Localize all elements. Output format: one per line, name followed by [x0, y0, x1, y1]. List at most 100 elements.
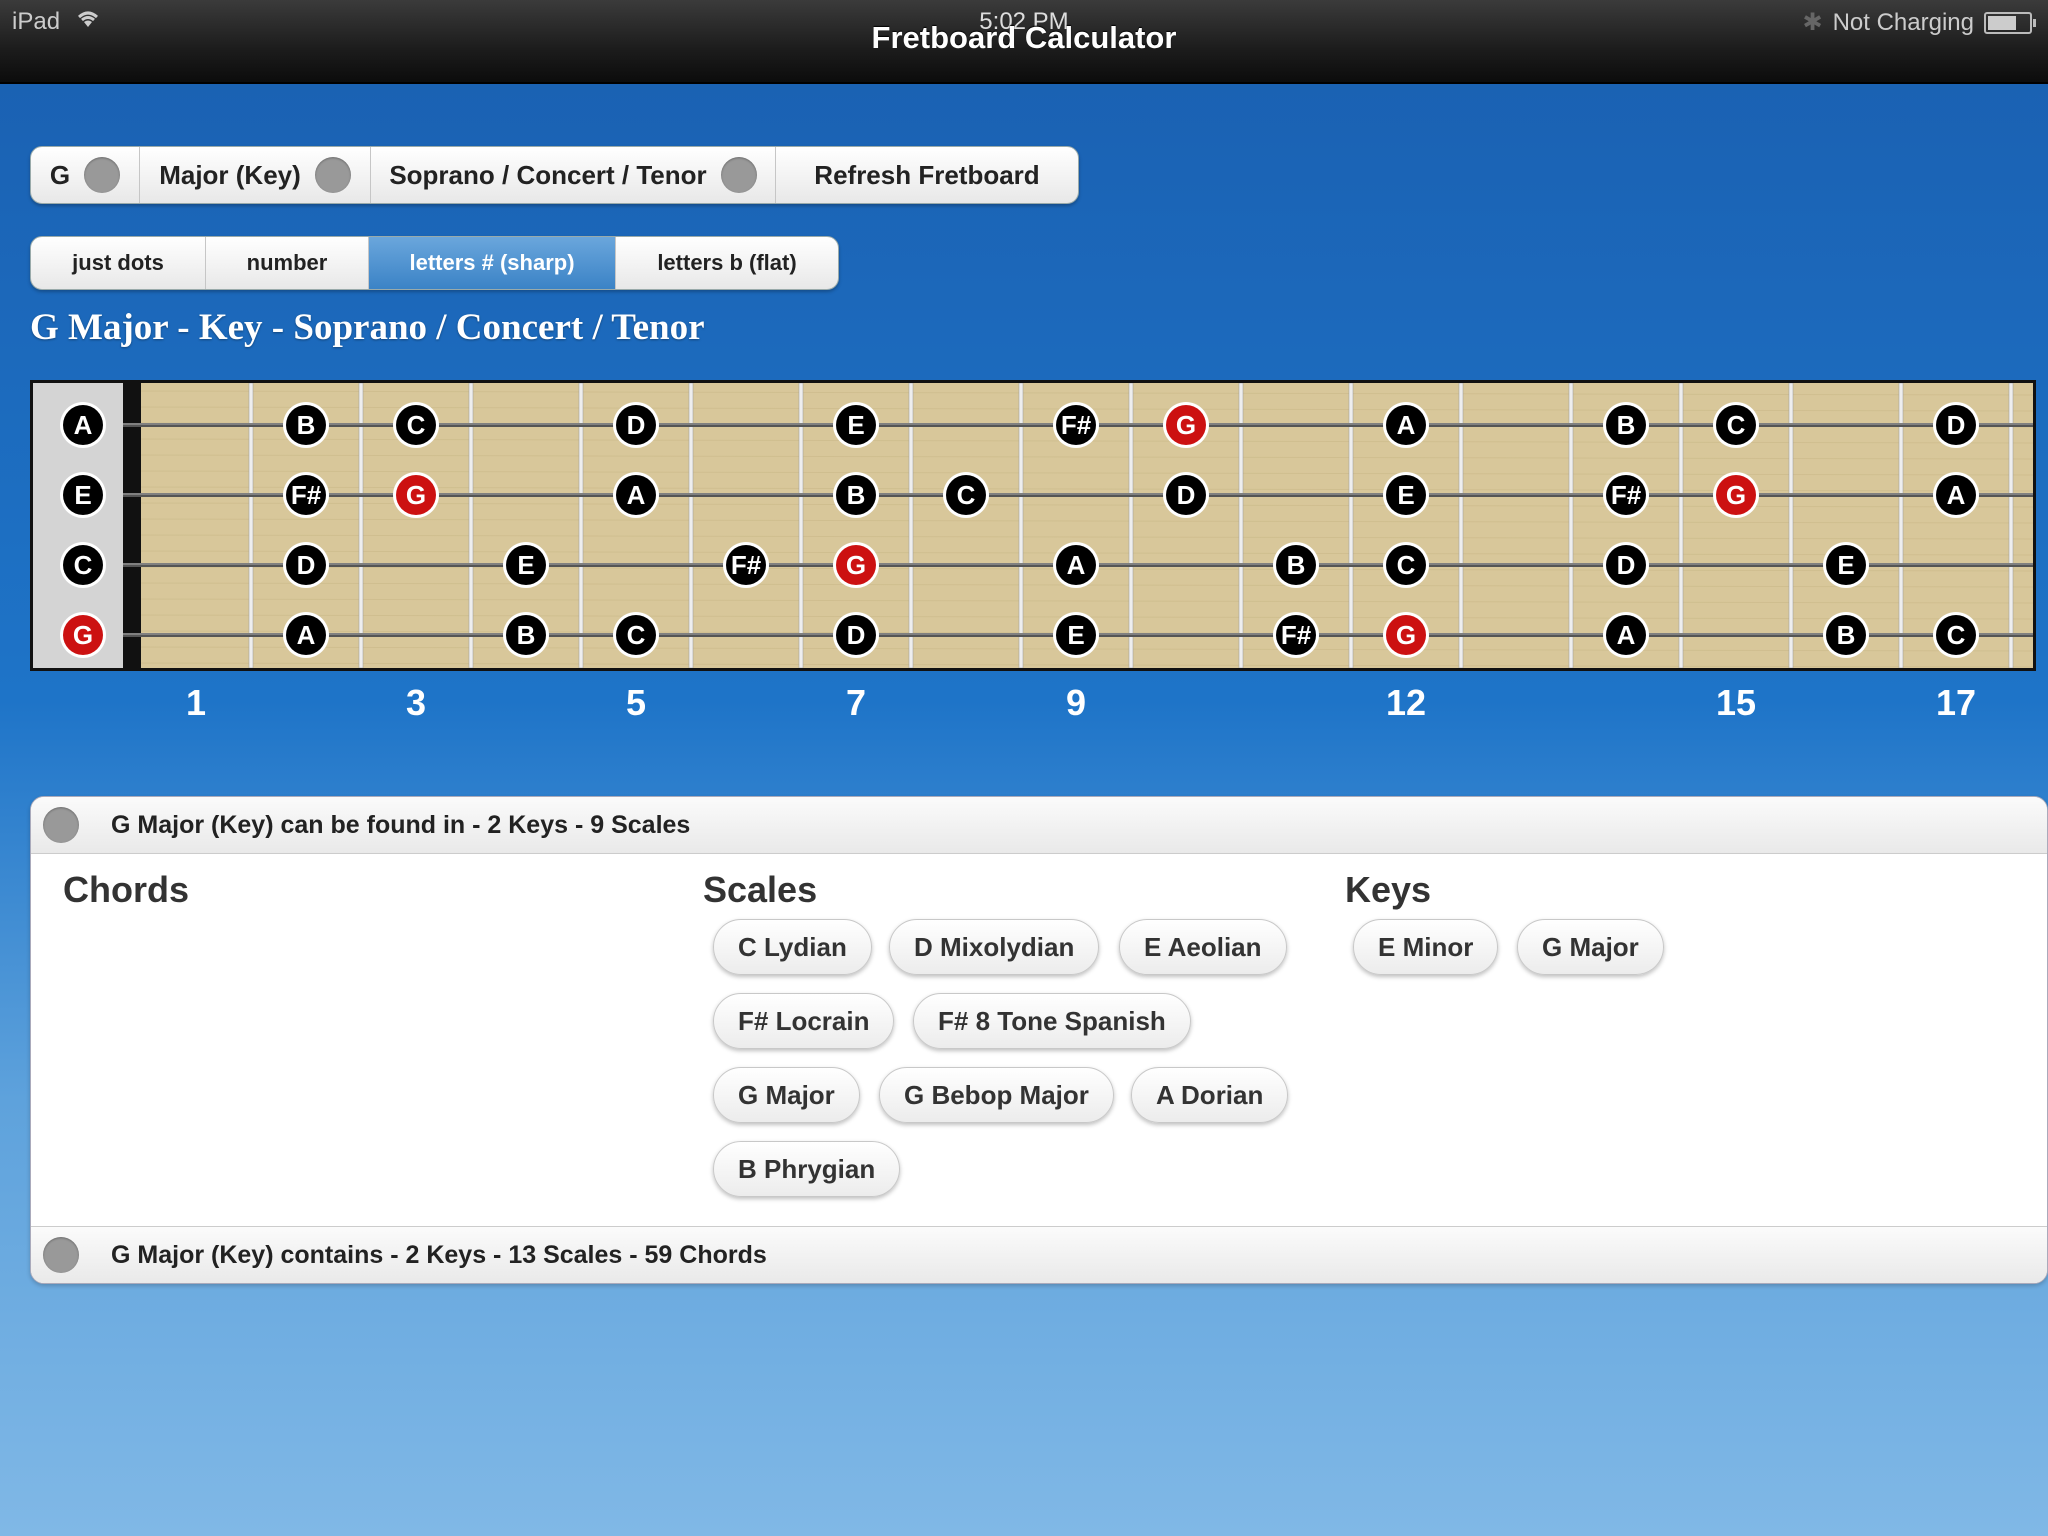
found-in-header[interactable]: G Major (Key) can be found in - 2 Keys -…	[31, 797, 2047, 854]
fret-number: 3	[405, 682, 427, 723]
type-selector-label: Major (Key)	[159, 159, 301, 190]
scale-pill[interactable]: G Bebop Major	[879, 1067, 1114, 1123]
fret-number: 15	[1715, 682, 1757, 723]
note-label: A	[627, 480, 646, 510]
note-label: F#	[291, 480, 322, 510]
note-label: E	[1067, 620, 1084, 650]
fret-number: 9	[1065, 682, 1087, 723]
dropdown-dot-icon	[720, 157, 757, 193]
scale-pill[interactable]: E Aeolian	[1119, 919, 1287, 975]
mode-label: number	[246, 250, 328, 275]
mode-just-dots[interactable]: just dots	[31, 237, 206, 289]
refresh-fretboard-button[interactable]: Refresh Fretboard	[776, 147, 1078, 203]
scale-pill[interactable]: C Lydian	[713, 919, 872, 975]
note-label: D	[1617, 550, 1636, 580]
mode-letters-flat[interactable]: letters b (flat)	[616, 237, 838, 289]
note-label: C	[627, 620, 646, 650]
note-label: B	[297, 410, 316, 440]
app-title: Fretboard Calculator	[871, 20, 1177, 55]
note-label: C	[1947, 620, 1966, 650]
fret-number: 5	[625, 682, 647, 723]
note-label: G	[1396, 620, 1416, 650]
note-label: C	[957, 480, 976, 510]
note-label: D	[627, 410, 646, 440]
scales-title: Scales	[703, 869, 818, 910]
note-label: B	[1617, 410, 1636, 440]
fretboard-title: G Major - Key - Soprano / Concert / Teno…	[30, 307, 705, 348]
note-label: A	[297, 620, 316, 650]
note-label: B	[517, 620, 536, 650]
note-label: D	[1177, 480, 1196, 510]
mode-label: letters # (sharp)	[409, 250, 575, 275]
refresh-label: Refresh Fretboard	[814, 159, 1040, 190]
key-selector-label: G	[49, 159, 71, 190]
contains-header[interactable]: G Major (Key) contains - 2 Keys - 13 Sca…	[31, 1226, 2047, 1283]
note-label: E	[1397, 480, 1414, 510]
fretboard: A E C G B C D E F# G A B C D F# G A B C D E F# G A D E F# G A B C D E A B C…	[30, 380, 2036, 671]
note-label: B	[1837, 620, 1856, 650]
note-label: F#	[1611, 480, 1642, 510]
note-label: E	[847, 410, 864, 440]
found-in-label: G Major (Key) can be found in - 2 Keys -…	[111, 810, 691, 839]
scale-pill[interactable]: F# Locrain	[713, 993, 895, 1049]
note-label: C	[1397, 550, 1416, 580]
scale-pill[interactable]: F# 8 Tone Spanish	[913, 993, 1191, 1049]
note-label: G	[1726, 480, 1746, 510]
mode-number[interactable]: number	[206, 237, 369, 289]
fret-number: 7	[845, 682, 867, 723]
display-mode-tabs: just dots number letters # (sharp) lette…	[30, 236, 839, 290]
dropdown-dot-icon	[314, 157, 351, 193]
note-label: B	[847, 480, 866, 510]
status-right: ✱ Not Charging	[1802, 8, 2036, 37]
note-label: G	[406, 480, 426, 510]
scale-pill[interactable]: D Mixolydian	[889, 919, 1100, 975]
fret-number: 1	[185, 682, 207, 723]
results-panel: G Major (Key) can be found in - 2 Keys -…	[30, 796, 2048, 1284]
expand-dot-icon	[43, 1237, 79, 1273]
status-bar: iPad 5:02 PM Fretboard Calculator ✱ Not …	[0, 0, 2048, 84]
note-label: G	[73, 620, 93, 650]
note-label: A	[1617, 620, 1636, 650]
selector-group: G Major (Key) Soprano / Concert / Tenor …	[30, 146, 1079, 204]
bluetooth-icon: ✱	[1802, 9, 1823, 36]
scale-pill[interactable]: B Phrygian	[713, 1141, 901, 1197]
note-label: A	[1067, 550, 1086, 580]
note-label: D	[1947, 410, 1966, 440]
note-label: G	[1176, 410, 1196, 440]
note-label: G	[846, 550, 866, 580]
key-pill[interactable]: G Major	[1517, 919, 1664, 975]
fretboard-svg: A E C G B C D E F# G A B C D F# G A B C D E F# G A D E F# G A B C D E A B C…	[33, 383, 2033, 668]
note-label: C	[74, 550, 93, 580]
note-label: B	[1287, 550, 1306, 580]
battery-icon	[1984, 11, 2036, 34]
scale-pill[interactable]: G Major	[713, 1067, 860, 1123]
note-label: A	[1947, 480, 1966, 510]
note-label: A	[1397, 410, 1416, 440]
note-label: E	[1837, 550, 1854, 580]
note-label: E	[517, 550, 534, 580]
mode-label: just dots	[72, 250, 164, 275]
expand-dot-icon	[43, 807, 79, 843]
scale-pill[interactable]: A Dorian	[1131, 1067, 1289, 1123]
note-label: D	[847, 620, 866, 650]
note-label: C	[1727, 410, 1746, 440]
note-label: F#	[1281, 620, 1312, 650]
note-label: F#	[1061, 410, 1092, 440]
note-label: F#	[731, 550, 762, 580]
instrument-selector[interactable]: Soprano / Concert / Tenor	[371, 147, 776, 203]
chords-title: Chords	[63, 869, 189, 910]
key-pill[interactable]: E Minor	[1353, 919, 1499, 975]
note-label: D	[297, 550, 316, 580]
keys-title: Keys	[1345, 869, 1432, 910]
type-selector[interactable]: Major (Key)	[140, 147, 371, 203]
fret-number: 17	[1935, 682, 1977, 723]
key-selector[interactable]: G	[31, 147, 140, 203]
instrument-selector-label: Soprano / Concert / Tenor	[389, 159, 707, 190]
note-label: E	[74, 480, 91, 510]
note-label: A	[74, 410, 93, 440]
fret-number: 12	[1385, 682, 1427, 723]
contains-label: G Major (Key) contains - 2 Keys - 13 Sca…	[111, 1240, 767, 1269]
mode-letters-sharp[interactable]: letters # (sharp)	[369, 237, 616, 289]
dropdown-dot-icon	[84, 157, 121, 193]
charging-label: Not Charging	[1832, 8, 1974, 36]
